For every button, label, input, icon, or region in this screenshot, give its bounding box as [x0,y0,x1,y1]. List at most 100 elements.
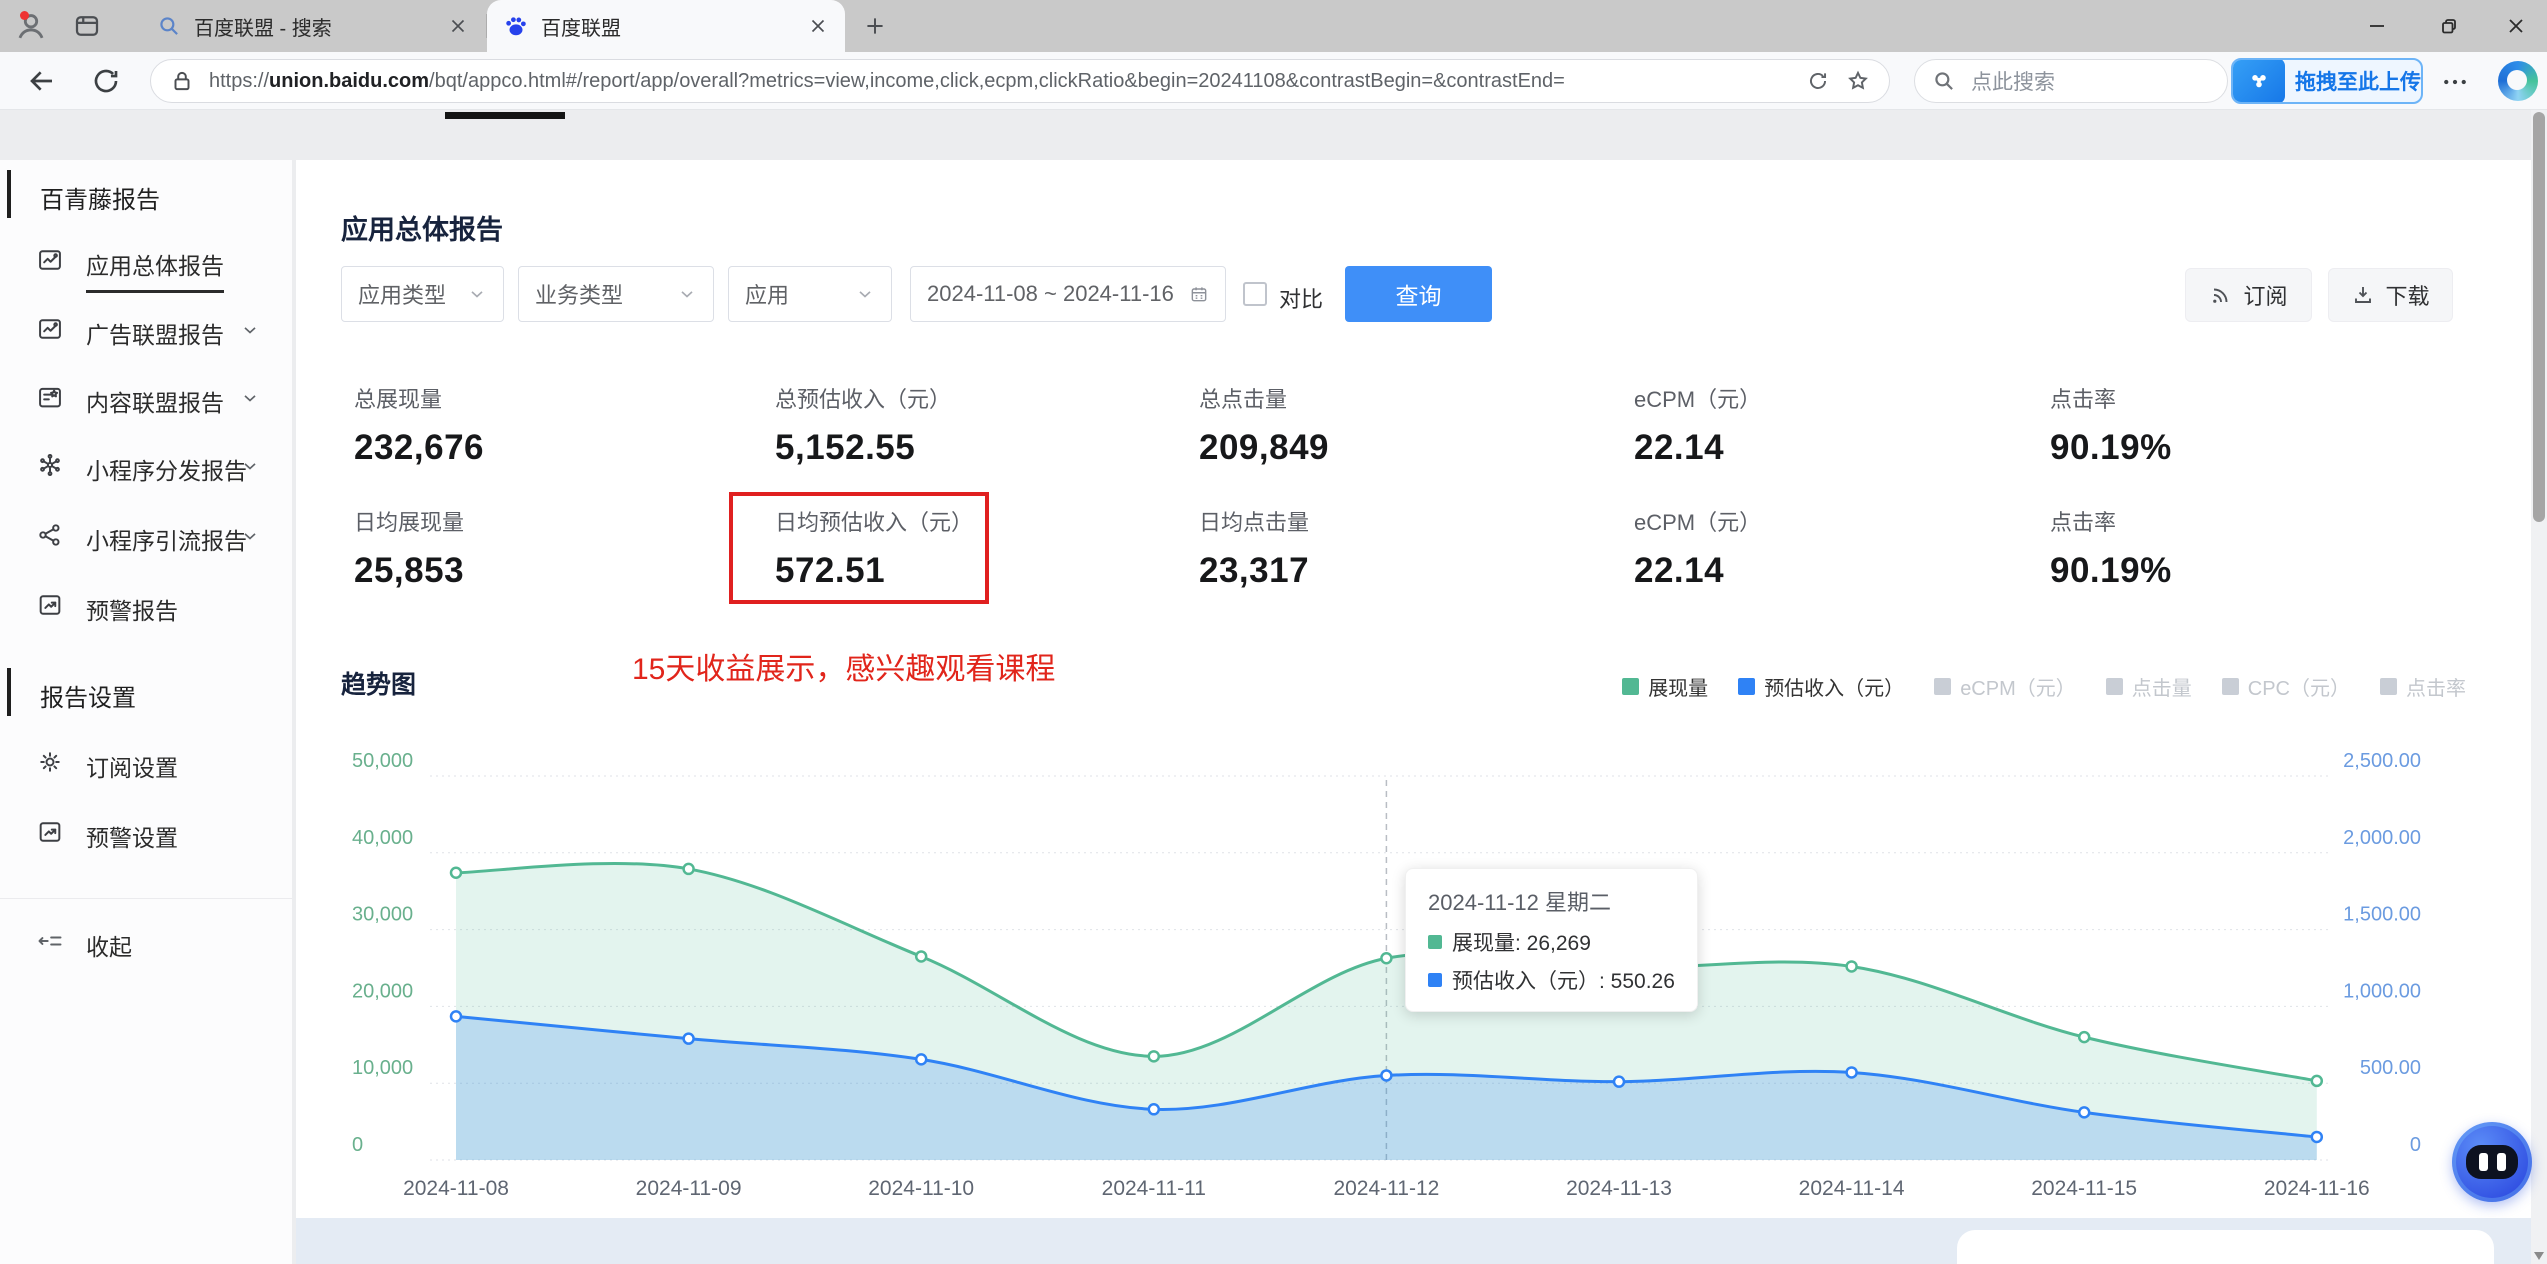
legend-item[interactable]: eCPM（元） [1934,672,2076,701]
data-point[interactable] [1845,960,1858,973]
data-point[interactable] [1845,1066,1858,1079]
data-point[interactable] [682,862,695,876]
data-point[interactable] [1147,1050,1161,1063]
sidebar-section-header: 报告设置 [0,668,292,718]
data-point[interactable] [1147,1103,1161,1116]
person-icon [18,14,44,39]
netdisk-upload-button[interactable]: 拖拽至此上传 [2231,58,2423,104]
metric-label: 点击率 [2050,510,2117,535]
data-point[interactable] [914,950,928,963]
miniapp-icon [40,453,60,477]
sidebar-item-gear[interactable]: 订阅设置 [0,729,292,797]
sidebar-item-miniapp[interactable]: 小程序分发报告 [0,432,292,500]
browser-tab-search[interactable]: 百度联盟 - 搜索 [140,0,485,52]
query-button[interactable]: 查询 [1345,266,1492,322]
scrollbar[interactable] [2531,110,2547,1264]
section-header-label: 百青藤报告 [40,187,160,214]
copilot-icon[interactable] [2498,61,2538,101]
legend-item[interactable]: 点击量 [2105,672,2192,701]
data-point[interactable] [2077,1030,2091,1044]
page-tools-icon[interactable] [1805,68,1831,94]
favorite-star-icon[interactable] [1845,68,1871,94]
data-point[interactable] [914,1053,928,1066]
sidebar-item-content[interactable]: 内容联盟报告 [0,364,292,432]
x-axis-tick: 2024-11-13 [1566,1177,1672,1200]
tab-title: 百度联盟 [541,17,621,40]
data-point[interactable] [449,1010,463,1023]
red-annotation-text: 15天收益展示，感兴趣观看课程 [632,653,1056,686]
metric-label: eCPM（元） [1634,387,1762,412]
tab-close-icon[interactable] [447,15,469,37]
sidebar-item-alert[interactable]: 预警设置 [0,799,292,867]
sidebar-item-share[interactable]: 小程序引流报告 [0,502,292,570]
netdisk-icon [2233,60,2285,102]
bottom-strip [296,1218,2531,1264]
legend-item[interactable]: CPC（元） [2221,672,2350,701]
metric-card: 总点击量 209,849 [1199,382,1599,468]
subscribe-button[interactable]: 订阅 [2185,268,2312,322]
metric-value: 23,317 [1199,551,1310,590]
legend-label: 点击率 [2406,678,2466,700]
browser-tab-union[interactable]: 百度联盟 [487,0,845,52]
sidebar-collapse-button[interactable]: 收起 [0,908,292,976]
browser-menu-icon[interactable] [2440,67,2470,97]
sidebar-item-label: 内容联盟报告 [86,390,224,416]
data-point[interactable] [1612,1075,1626,1088]
close-button[interactable] [2485,0,2547,52]
data-point[interactable] [2310,1130,2324,1144]
scrollbar-thumb[interactable] [2533,112,2545,522]
left-axis-tick: 20,000 [352,980,413,1002]
date-range-picker[interactable]: 2024-11-08 ~ 2024-11-16 [910,266,1226,322]
sidebar-item-report-active[interactable]: 应用总体报告 [0,227,292,295]
page-background: 百青藤报告 应用总体报告 广告联盟报告 内容联盟报告 小程序分发报告 小程序引流报告 预警报… [0,110,2547,1264]
back-button[interactable] [26,65,58,97]
refresh-button[interactable] [90,65,122,97]
trend-chart[interactable]: 50,000 2,500.00 40,000 2,000.00 30,000 1,500.… [330,740,2470,1220]
browser-search-box[interactable]: 点此搜索 [1914,59,2228,103]
sidebar-item-ad[interactable]: 广告联盟报告 [0,296,292,364]
bottom-card [1957,1230,2494,1264]
legend-item[interactable]: 展现量 [1622,672,1708,701]
tab-actions-icon[interactable] [72,11,102,41]
legend-item[interactable]: 预估收入（元） [1738,672,1904,701]
legend-item[interactable]: 点击率 [2380,672,2466,701]
data-point[interactable] [1380,952,1393,965]
x-axis-tick: 2024-11-10 [868,1177,974,1200]
restore-button[interactable] [2418,0,2480,52]
browser-window: 百度联盟 - 搜索 百度联盟 https://union.baidu.com/b… [0,0,2547,1264]
compare-label: 对比 [1279,287,1324,312]
tooltip-date: 2024-11-12 星期二 [1428,890,1612,915]
metric-value: 22.14 [1634,551,1725,590]
download-button[interactable]: 下载 [2328,268,2453,322]
x-axis-tick: 2024-11-11 [1102,1177,1206,1200]
chevron-down-icon [467,284,487,304]
loading-bar-artifact [445,112,565,119]
assistant-robot-button[interactable] [2452,1122,2532,1202]
right-axis-tick: 1,500.00 [2343,904,2421,926]
legend-swatch [2221,678,2239,695]
business-type-select[interactable]: 业务类型 [518,266,714,322]
legend-swatch [1934,678,1952,695]
data-point[interactable] [2077,1106,2091,1119]
app-select[interactable]: 应用 [728,266,892,322]
sidebar-item-alert[interactable]: 预警报告 [0,572,292,640]
new-tab-button[interactable] [862,13,888,39]
alert-icon [39,595,61,615]
chart-tooltip: 2024-11-12 星期二 展现量: 26,269 预估收入（元）: 550.2… [1405,868,1698,1012]
scroll-down-arrow-icon[interactable] [2534,1252,2544,1260]
trend-chart-svg[interactable]: 50,000 2,500.00 40,000 2,000.00 30,000 1,500.… [330,740,2470,1220]
tab-close-icon[interactable] [807,15,829,37]
page-title: 应用总体报告 [341,215,503,245]
browser-profile-button[interactable] [12,7,50,45]
data-point[interactable] [682,1032,695,1045]
data-point[interactable] [2310,1074,2324,1088]
address-bar[interactable]: https://union.baidu.com/bqt/appco.html#/… [150,59,1890,103]
x-axis-tick: 2024-11-14 [1799,1177,1905,1200]
compare-checkbox[interactable] [1243,282,1267,306]
data-point[interactable] [1380,1069,1393,1082]
left-axis-tick: 40,000 [352,827,413,849]
metric-value: 90.19% [2050,428,2172,467]
app-type-select[interactable]: 应用类型 [341,266,504,322]
data-point[interactable] [449,866,463,880]
minimize-button[interactable] [2346,0,2408,52]
